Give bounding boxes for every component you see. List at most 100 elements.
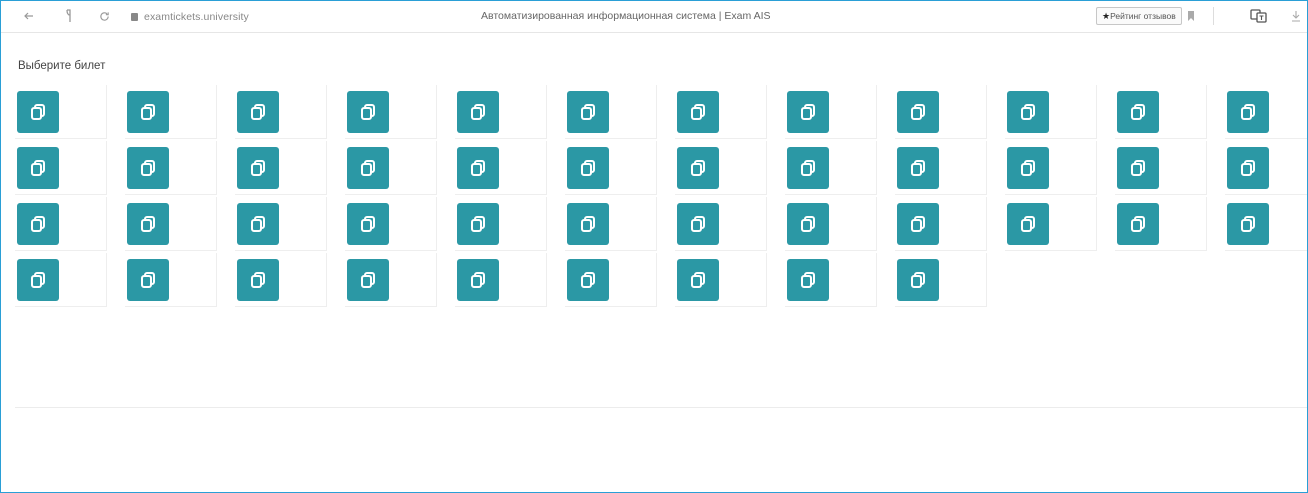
ticket-button[interactable] (457, 91, 499, 133)
rating-button-label: Рейтинг отзывов (1110, 11, 1176, 21)
ticket-tile (895, 197, 987, 251)
reload-icon (99, 11, 109, 21)
ticket-button[interactable] (787, 259, 829, 301)
ticket-button[interactable] (347, 259, 389, 301)
ticket-button[interactable] (17, 147, 59, 189)
reload-icon[interactable] (96, 8, 112, 24)
copy-icon (361, 272, 375, 288)
ticket-button[interactable] (237, 147, 279, 189)
ticket-row (15, 141, 1307, 197)
ticket-button[interactable] (347, 91, 389, 133)
ticket-button[interactable] (567, 259, 609, 301)
rating-button[interactable]: ★Рейтинг отзывов (1096, 7, 1182, 25)
copy-icon (31, 272, 45, 288)
ticket-tile (345, 141, 437, 195)
browser-toolbar: examtickets.university Автоматизированна… (1, 1, 1307, 33)
ticket-button[interactable] (897, 91, 939, 133)
back-arrow-icon (24, 12, 33, 20)
ticket-button[interactable] (127, 203, 169, 245)
ticket-button[interactable] (17, 91, 59, 133)
ticket-button[interactable] (1117, 203, 1159, 245)
ticket-button[interactable] (677, 259, 719, 301)
ticket-button[interactable] (127, 91, 169, 133)
download-icon[interactable] (1288, 8, 1304, 24)
ticket-button[interactable] (567, 147, 609, 189)
ticket-button[interactable] (457, 203, 499, 245)
ticket-button[interactable] (1117, 91, 1159, 133)
ticket-button[interactable] (237, 259, 279, 301)
ticket-button[interactable] (17, 203, 59, 245)
ticket-button[interactable] (127, 259, 169, 301)
ticket-tile (895, 141, 987, 195)
ticket-row (15, 85, 1307, 141)
ticket-tile (1115, 197, 1207, 251)
ticket-button[interactable] (897, 147, 939, 189)
ticket-tile (1225, 197, 1307, 251)
ticket-tile (1225, 141, 1307, 195)
ticket-tile (785, 85, 877, 139)
copy-icon (251, 216, 265, 232)
copy-icon (1241, 216, 1255, 232)
ticket-tile (235, 197, 327, 251)
ticket-tile (895, 253, 987, 307)
copy-icon (801, 216, 815, 232)
ticket-tile (785, 141, 877, 195)
ticket-tile (455, 85, 547, 139)
ticket-tile (675, 141, 767, 195)
ticket-tile (675, 197, 767, 251)
ticket-tile (675, 85, 767, 139)
ticket-button[interactable] (1117, 147, 1159, 189)
ticket-tile (125, 253, 217, 307)
bookmark-icon[interactable] (1183, 8, 1199, 24)
copy-icon (691, 160, 705, 176)
ticket-button[interactable] (1227, 203, 1269, 245)
ticket-button[interactable] (567, 203, 609, 245)
ticket-button[interactable] (1007, 203, 1049, 245)
ticket-button[interactable] (677, 91, 719, 133)
ticket-grid (15, 85, 1307, 309)
ticket-button[interactable] (567, 91, 609, 133)
browser-window: examtickets.university Автоматизированна… (0, 0, 1308, 493)
ticket-button[interactable] (457, 147, 499, 189)
translate-icon[interactable] (1249, 8, 1269, 24)
address-bar[interactable]: examtickets.university (131, 9, 249, 24)
ticket-button[interactable] (1227, 91, 1269, 133)
ticket-button[interactable] (347, 147, 389, 189)
ticket-button[interactable] (347, 203, 389, 245)
copy-icon (691, 216, 705, 232)
copy-icon (801, 104, 815, 120)
copy-icon (1131, 160, 1145, 176)
copy-icon (31, 216, 45, 232)
ticket-tile (785, 253, 877, 307)
toolbar-divider (1213, 7, 1214, 25)
copy-icon (581, 104, 595, 120)
ticket-button[interactable] (17, 259, 59, 301)
copy-icon (31, 160, 45, 176)
ticket-tile (15, 141, 107, 195)
yandex-logo-icon[interactable] (61, 8, 77, 24)
ticket-button[interactable] (677, 203, 719, 245)
ticket-button[interactable] (1007, 147, 1049, 189)
ticket-button[interactable] (1007, 91, 1049, 133)
copy-icon (141, 160, 155, 176)
copy-icon (801, 272, 815, 288)
back-arrow-icon[interactable] (21, 8, 37, 24)
ticket-button[interactable] (787, 147, 829, 189)
copy-icon (1131, 104, 1145, 120)
ticket-button[interactable] (237, 203, 279, 245)
ticket-tile (235, 253, 327, 307)
ticket-button[interactable] (677, 147, 719, 189)
ticket-tile (565, 253, 657, 307)
ticket-button[interactable] (787, 91, 829, 133)
ticket-tile (15, 197, 107, 251)
ticket-tile (1115, 85, 1207, 139)
ticket-tile (15, 85, 107, 139)
ticket-button[interactable] (237, 91, 279, 133)
ticket-button[interactable] (457, 259, 499, 301)
ticket-button[interactable] (1227, 147, 1269, 189)
ticket-button[interactable] (787, 203, 829, 245)
ticket-button[interactable] (897, 259, 939, 301)
ticket-button[interactable] (897, 203, 939, 245)
ticket-button[interactable] (127, 147, 169, 189)
ticket-tile (1005, 85, 1097, 139)
